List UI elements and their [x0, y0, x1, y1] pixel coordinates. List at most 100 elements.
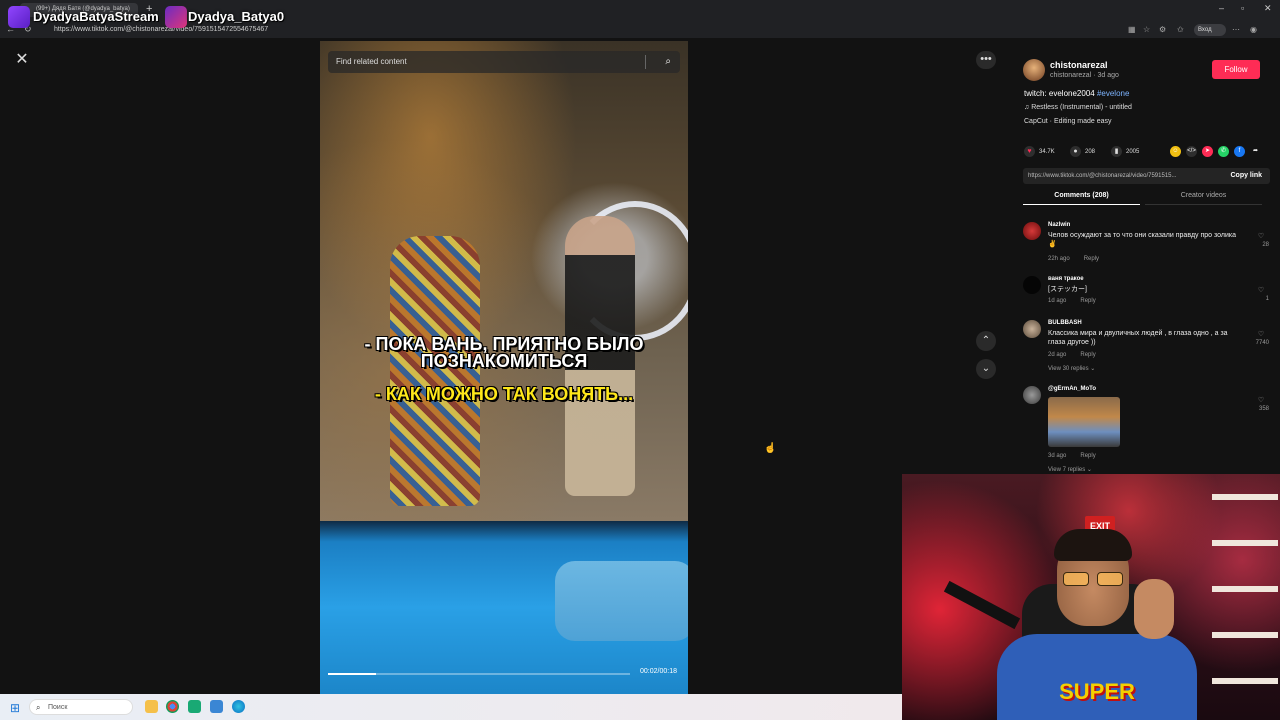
- comment-like-icon[interactable]: ♡: [1255, 232, 1267, 240]
- comment-time: 2d ago: [1048, 352, 1067, 358]
- comment-stat[interactable]: ● 208: [1070, 146, 1095, 157]
- bus-window: [555, 561, 688, 641]
- windows-start-icon[interactable]: ⊞: [10, 701, 20, 715]
- maximize-icon[interactable]: ▫: [1241, 3, 1244, 13]
- comment-count: 208: [1085, 149, 1096, 156]
- embed-icon[interactable]: </>: [1186, 146, 1197, 157]
- tab-comments[interactable]: Comments (208): [1023, 192, 1140, 205]
- favorite-star-icon[interactable]: ☆: [1143, 25, 1150, 34]
- comment-text: Классика мира и двуличных людей , в глаз…: [1048, 330, 1228, 346]
- comment-like-icon[interactable]: ♡: [1255, 396, 1267, 404]
- comment-like-count: 28: [1262, 242, 1269, 248]
- extensions-icon[interactable]: ⚙: [1159, 25, 1166, 34]
- related-search-input[interactable]: Find related content ⌕: [328, 51, 680, 73]
- author-handle-date: chistonarezal · 3d ago: [1050, 72, 1119, 79]
- hashtag-link[interactable]: #evelone: [1097, 89, 1129, 98]
- video-player[interactable]: - ПОКА ВАНЬ, ПРИЯТНО БЫЛО ПОЗНАКОМИТЬСЯ …: [320, 41, 688, 694]
- save-count: 2005: [1126, 149, 1140, 156]
- close-video-button[interactable]: ✕: [12, 50, 32, 70]
- video-progress-bar[interactable]: [328, 673, 630, 675]
- glasses-lens-left: [1063, 572, 1089, 586]
- comment-like-icon[interactable]: ♡: [1255, 286, 1267, 294]
- capcut-link[interactable]: CapCut · Editing made easy: [1024, 118, 1112, 125]
- file-explorer-icon[interactable]: [145, 700, 158, 713]
- facebook-icon[interactable]: f: [1234, 146, 1245, 157]
- sunglasses: [1063, 572, 1125, 586]
- comment-like-icon[interactable]: ♡: [1255, 330, 1267, 338]
- taskbar-search-placeholder: Поиск: [48, 704, 68, 711]
- search-divider: [645, 55, 646, 69]
- glasses-lens-right: [1097, 572, 1123, 586]
- reply-button[interactable]: Reply: [1080, 298, 1095, 304]
- tab-creator-videos[interactable]: Creator videos: [1145, 192, 1262, 205]
- next-video-button[interactable]: ⌄: [976, 359, 996, 379]
- comment-avatar[interactable]: [1023, 386, 1041, 404]
- video-link-box: https://www.tiktok.com/@chistonarezal/vi…: [1023, 168, 1270, 184]
- comment-author[interactable]: Nazlwin: [1048, 222, 1070, 228]
- edge-icon[interactable]: [232, 700, 245, 713]
- app-icon[interactable]: [210, 700, 223, 713]
- friends-share-icon[interactable]: ☺: [1170, 146, 1181, 157]
- video-time: 00:02/00:18: [640, 668, 677, 675]
- more-menu-icon[interactable]: ⋯: [1232, 25, 1240, 34]
- comment-avatar[interactable]: [1023, 276, 1041, 294]
- whatsapp-icon[interactable]: ✆: [1218, 146, 1229, 157]
- comment-sticker-image[interactable]: [1048, 397, 1120, 447]
- comment-icon: ●: [1070, 146, 1081, 157]
- profile-button[interactable]: Вход: [1194, 24, 1226, 36]
- comment-avatar[interactable]: [1023, 222, 1041, 240]
- reply-button[interactable]: Reply: [1080, 453, 1095, 459]
- comment-text: [ステッカー]: [1048, 286, 1087, 293]
- author-avatar[interactable]: [1023, 59, 1045, 81]
- taskbar-search-input[interactable]: ⌕ Поиск: [29, 699, 133, 715]
- view-replies-link[interactable]: View 30 replies ⌄: [1048, 365, 1095, 372]
- comment-item: BULBBASH Классика мира и двуличных людей…: [1023, 320, 1271, 380]
- bookmark-icon: ▮: [1111, 146, 1122, 157]
- app-icon[interactable]: [188, 700, 201, 713]
- video-link-url: https://www.tiktok.com/@chistonarezal/vi…: [1028, 173, 1177, 179]
- comment-item: Nazlwin Челов осуждают за то что они ска…: [1023, 222, 1271, 272]
- follow-button[interactable]: Follow: [1212, 60, 1260, 79]
- address-bar[interactable]: https://www.tiktok.com/@chistonarezal/vi…: [40, 24, 1120, 36]
- subtitle-line-2: ПОЗНАКОМИТЬСЯ: [420, 351, 588, 371]
- twitch-logo-icon: [8, 6, 30, 28]
- comment-meta: 1d ago Reply: [1048, 298, 1096, 304]
- collections-icon[interactable]: ✩: [1177, 25, 1184, 34]
- mouse-cursor-icon: ☝: [764, 443, 777, 454]
- save-stat[interactable]: ▮ 2005: [1111, 146, 1139, 157]
- share-arrow-icon[interactable]: ➦: [1250, 146, 1261, 157]
- heart-icon: ♥: [1024, 146, 1035, 157]
- microphone-arm: [943, 580, 1021, 630]
- overlay-channel-tiktok: Dyadya_Batya0: [188, 9, 285, 24]
- apps-icon[interactable]: ▦: [1128, 25, 1136, 34]
- comment-author[interactable]: ваня тракое: [1048, 276, 1084, 282]
- webcam-overlay: EXIT SUPER: [902, 474, 1280, 720]
- more-options-button[interactable]: •••: [976, 51, 996, 69]
- reply-button[interactable]: Reply: [1084, 256, 1099, 262]
- author-name[interactable]: chistonarezal: [1050, 60, 1108, 70]
- comment-like-count: 358: [1258, 406, 1269, 412]
- comment-avatar[interactable]: [1023, 320, 1041, 338]
- description-text: twitch: evelone2004: [1024, 89, 1097, 98]
- comment-author[interactable]: @gErmAn_MoTo: [1048, 386, 1096, 392]
- minimize-icon[interactable]: –: [1219, 3, 1224, 13]
- previous-video-button[interactable]: ⌃: [976, 331, 996, 351]
- search-icon[interactable]: ⌕: [665, 51, 671, 73]
- copilot-icon[interactable]: ◉: [1250, 25, 1257, 34]
- like-stat[interactable]: ♥ 34.7K: [1024, 146, 1055, 157]
- person-hawaiian-shirt: [390, 236, 480, 506]
- streamer-shirt: [997, 634, 1197, 720]
- comment-author[interactable]: BULBBASH: [1048, 320, 1082, 326]
- shirt-print: SUPER: [1059, 679, 1135, 704]
- copy-link-button[interactable]: Copy link: [1230, 168, 1262, 184]
- comment-like-count: 1: [1265, 296, 1269, 302]
- comment-meta: 22h ago Reply: [1048, 256, 1099, 262]
- windows-taskbar: ⊞ ⌕ Поиск: [0, 694, 902, 720]
- chrome-icon[interactable]: [166, 700, 179, 713]
- music-link[interactable]: ♫ Restless (Instrumental) - untitled: [1024, 104, 1132, 111]
- related-search-placeholder: Find related content: [336, 57, 407, 66]
- send-icon[interactable]: ➤: [1202, 146, 1213, 157]
- reply-button[interactable]: Reply: [1080, 352, 1095, 358]
- close-window-icon[interactable]: ✕: [1264, 3, 1272, 14]
- view-replies-link[interactable]: View 7 replies ⌄: [1048, 466, 1092, 473]
